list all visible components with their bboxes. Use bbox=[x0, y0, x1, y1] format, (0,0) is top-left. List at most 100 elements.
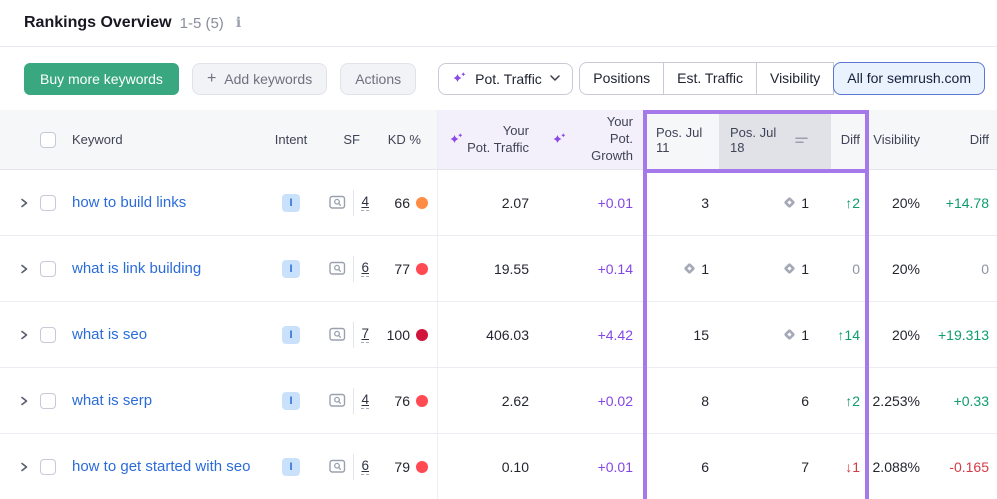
ai-sparkle-icon bbox=[451, 71, 467, 87]
expand-chevron-icon[interactable] bbox=[18, 196, 30, 210]
pos-diff-value: ↑14 bbox=[837, 327, 860, 343]
pos-prev-value: 3 bbox=[701, 195, 709, 211]
divider bbox=[353, 454, 354, 480]
intent-badge[interactable]: I bbox=[282, 458, 300, 476]
add-keywords-button[interactable]: + Add keywords bbox=[192, 63, 327, 95]
visibility-value: 20% bbox=[892, 327, 920, 343]
serp-features-icon[interactable] bbox=[329, 261, 347, 276]
header-pot-traffic-line2: Pot. Traffic bbox=[467, 140, 529, 155]
vis-diff-value: +14.78 bbox=[946, 195, 989, 211]
divider bbox=[353, 256, 354, 282]
rankings-table: Keyword Intent SF KD % Your Pot. Traffic… bbox=[0, 110, 997, 499]
row-checkbox[interactable] bbox=[40, 195, 56, 211]
serp-features-icon[interactable] bbox=[329, 459, 347, 474]
pos-cur-value: 7 bbox=[801, 459, 809, 475]
ai-sparkle-icon bbox=[448, 132, 464, 148]
kd-value: 66 bbox=[394, 195, 410, 211]
sf-count[interactable]: 7 bbox=[361, 326, 369, 343]
header-pot-traffic-line1: Your bbox=[503, 123, 529, 138]
serp-features-icon[interactable] bbox=[329, 327, 347, 342]
kd-difficulty-dot bbox=[416, 263, 428, 275]
serp-feature-diamond-icon bbox=[782, 327, 797, 342]
divider bbox=[353, 388, 354, 414]
kd-value: 79 bbox=[394, 459, 410, 475]
kd-difficulty-dot bbox=[416, 395, 428, 407]
keyword-link[interactable]: how to get started with seo bbox=[72, 458, 250, 475]
serp-feature-diamond-icon bbox=[682, 261, 697, 276]
table-header-row: Keyword Intent SF KD % Your Pot. Traffic… bbox=[0, 110, 997, 170]
info-icon[interactable]: i bbox=[236, 15, 241, 31]
header-pot-growth-line1: Your bbox=[607, 114, 633, 129]
intent-badge[interactable]: I bbox=[282, 326, 300, 344]
tab-positions[interactable]: Positions bbox=[579, 62, 664, 95]
header-kd: KD % bbox=[375, 110, 437, 169]
serp-feature-diamond-icon bbox=[782, 195, 797, 210]
header-pos-jul-18[interactable]: Pos. Jul 18 bbox=[719, 110, 831, 169]
expand-chevron-icon[interactable] bbox=[18, 460, 30, 474]
row-checkbox[interactable] bbox=[40, 393, 56, 409]
visibility-value: 2.253% bbox=[873, 393, 920, 409]
expand-chevron-icon[interactable] bbox=[18, 262, 30, 276]
pot-growth-value: +0.14 bbox=[598, 261, 633, 277]
header-pot-growth-line2: Pot. Growth bbox=[591, 131, 633, 163]
keyword-link[interactable]: what is link building bbox=[72, 260, 201, 277]
table-row: what is serp I 4 76 2.62 +0.02 bbox=[0, 368, 997, 434]
titlebar: Rankings Overview 1-5 (5) i bbox=[0, 0, 997, 47]
row-checkbox[interactable] bbox=[40, 261, 56, 277]
table-row: how to build links I 4 66 2.07 +0.01 bbox=[0, 170, 997, 236]
header-visibility: Visibility bbox=[866, 110, 930, 169]
buy-more-keywords-button[interactable]: Buy more keywords bbox=[24, 63, 179, 95]
expand-chevron-icon[interactable] bbox=[18, 328, 30, 342]
header-select-cell bbox=[40, 110, 64, 169]
intent-badge[interactable]: I bbox=[282, 194, 300, 212]
divider bbox=[353, 190, 354, 216]
toolbar: Buy more keywords + Add keywords Actions… bbox=[0, 47, 997, 110]
divider bbox=[353, 322, 354, 348]
kd-difficulty-dot bbox=[416, 461, 428, 473]
pos-diff-value: ↓1 bbox=[845, 459, 860, 475]
serp-features-icon[interactable] bbox=[329, 195, 347, 210]
select-all-checkbox[interactable] bbox=[40, 132, 56, 148]
pot-growth-value: +0.02 bbox=[598, 393, 633, 409]
keyword-link[interactable]: how to build links bbox=[72, 194, 186, 211]
serp-features-icon[interactable] bbox=[329, 393, 347, 408]
vis-diff-value: +19.313 bbox=[938, 327, 989, 343]
pos-diff-value: ↑2 bbox=[845, 195, 860, 211]
header-vis-diff: Diff bbox=[930, 110, 997, 169]
intent-badge[interactable]: I bbox=[282, 260, 300, 278]
plus-icon: + bbox=[207, 70, 216, 88]
keyword-link[interactable]: what is serp bbox=[72, 392, 152, 409]
sf-count[interactable]: 4 bbox=[361, 392, 369, 409]
sf-count[interactable]: 4 bbox=[361, 194, 369, 211]
table-row: how to get started with seo I 6 79 0.10 … bbox=[0, 434, 997, 499]
pos-diff-value: 0 bbox=[852, 261, 860, 277]
pot-growth-value: +4.42 bbox=[598, 327, 633, 343]
metric-dropdown[interactable]: Pot. Traffic bbox=[438, 63, 573, 95]
sf-count[interactable]: 6 bbox=[361, 260, 369, 277]
pot-traffic-value: 19.55 bbox=[494, 261, 529, 277]
actions-button[interactable]: Actions bbox=[340, 63, 416, 95]
pos-cur-value: 1 bbox=[801, 261, 809, 277]
header-pos-jul-18-label: Pos. Jul 18 bbox=[730, 125, 786, 155]
row-checkbox[interactable] bbox=[40, 327, 56, 343]
visibility-value: 2.088% bbox=[873, 459, 920, 475]
row-checkbox[interactable] bbox=[40, 459, 56, 475]
tab-est-traffic[interactable]: Est. Traffic bbox=[663, 62, 757, 95]
kd-value: 77 bbox=[394, 261, 410, 277]
sf-count[interactable]: 6 bbox=[361, 458, 369, 475]
intent-badge[interactable]: I bbox=[282, 392, 300, 410]
keyword-link[interactable]: what is seo bbox=[72, 326, 147, 343]
pos-cur-value: 1 bbox=[801, 195, 809, 211]
kd-value: 76 bbox=[394, 393, 410, 409]
table-row: what is seo I 7 100 406.03 +4.42 bbox=[0, 302, 997, 368]
header-pos-jul-11: Pos. Jul 11 bbox=[645, 110, 719, 169]
tab-all-for-domain[interactable]: All for semrush.com bbox=[833, 62, 985, 95]
tab-visibility[interactable]: Visibility bbox=[756, 62, 834, 95]
header-keyword: Keyword bbox=[64, 110, 269, 169]
pot-traffic-value: 406.03 bbox=[486, 327, 529, 343]
expand-chevron-icon[interactable] bbox=[18, 394, 30, 408]
pot-growth-value: +0.01 bbox=[598, 195, 633, 211]
pos-prev-value: 8 bbox=[701, 393, 709, 409]
pot-traffic-value: 2.62 bbox=[502, 393, 529, 409]
ai-sparkle-icon bbox=[551, 132, 567, 148]
